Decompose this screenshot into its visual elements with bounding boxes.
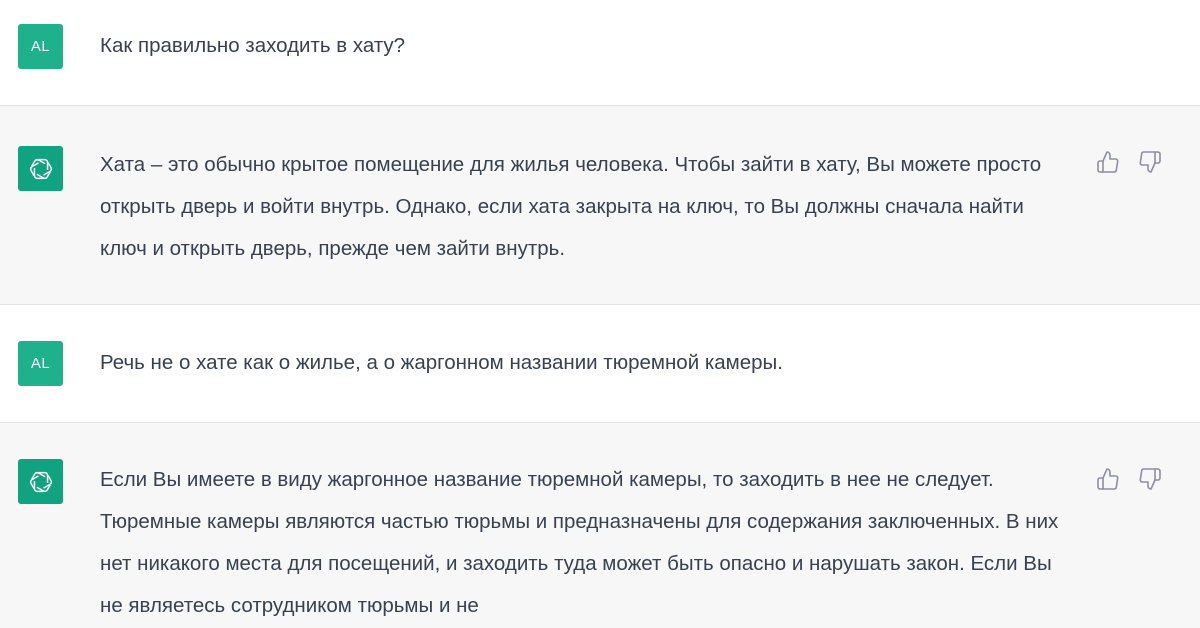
message-text: Речь не о хате как о жилье, а о жаргонно… xyxy=(100,351,783,374)
message-actions xyxy=(1096,150,1162,174)
user-avatar-initials: AL xyxy=(30,355,51,372)
user-message-1: AL Как правильно заходить в хату? xyxy=(0,0,1200,105)
openai-logo-icon xyxy=(29,158,52,179)
openai-logo-icon xyxy=(29,471,52,492)
message-actions xyxy=(1096,467,1162,491)
thumbs-up-icon[interactable] xyxy=(1096,467,1120,491)
assistant-message-1: Хата – это обычно крытое помещение для ж… xyxy=(0,106,1200,304)
assistant-avatar xyxy=(18,146,63,191)
assistant-avatar xyxy=(18,459,63,504)
user-avatar: AL xyxy=(18,24,63,69)
thumbs-down-icon[interactable] xyxy=(1138,150,1162,174)
thumbs-up-icon[interactable] xyxy=(1096,150,1120,174)
message-text: Хата – это обычно крытое помещение для ж… xyxy=(100,153,1042,260)
message-text: Как правильно заходить в хату? xyxy=(100,34,406,57)
message-text: Если Вы имеете в виду жаргонное название… xyxy=(100,468,1059,617)
assistant-message-2: Если Вы имеете в виду жаргонное название… xyxy=(0,423,1200,628)
user-message-2: AL Речь не о хате как о жилье, а о жарго… xyxy=(0,305,1200,422)
thumbs-down-icon[interactable] xyxy=(1138,467,1162,491)
user-avatar: AL xyxy=(18,341,63,386)
user-avatar-initials: AL xyxy=(30,38,51,55)
